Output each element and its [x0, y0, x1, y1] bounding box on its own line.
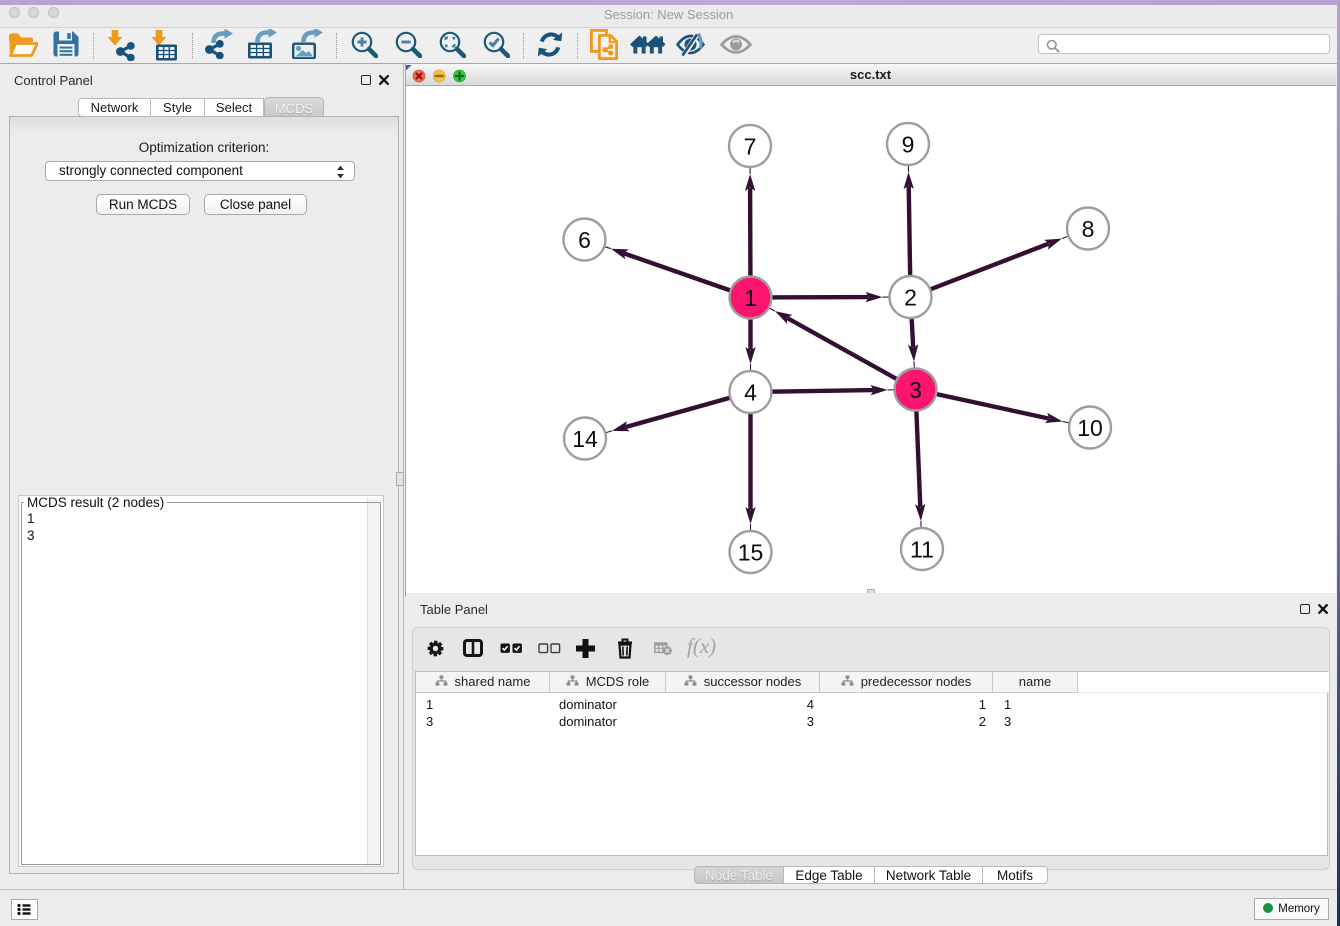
svg-text:7: 7 [744, 134, 757, 160]
svg-text:4: 4 [744, 380, 757, 406]
svg-text:2: 2 [904, 285, 917, 311]
svg-text:8: 8 [1082, 216, 1095, 242]
svg-text:6: 6 [578, 227, 591, 253]
svg-text:3: 3 [909, 377, 922, 403]
svg-text:10: 10 [1077, 415, 1103, 441]
svg-text:1: 1 [744, 285, 757, 311]
svg-text:14: 14 [572, 426, 598, 452]
svg-text:11: 11 [910, 537, 934, 563]
svg-text:15: 15 [738, 540, 764, 566]
svg-text:9: 9 [902, 132, 915, 158]
